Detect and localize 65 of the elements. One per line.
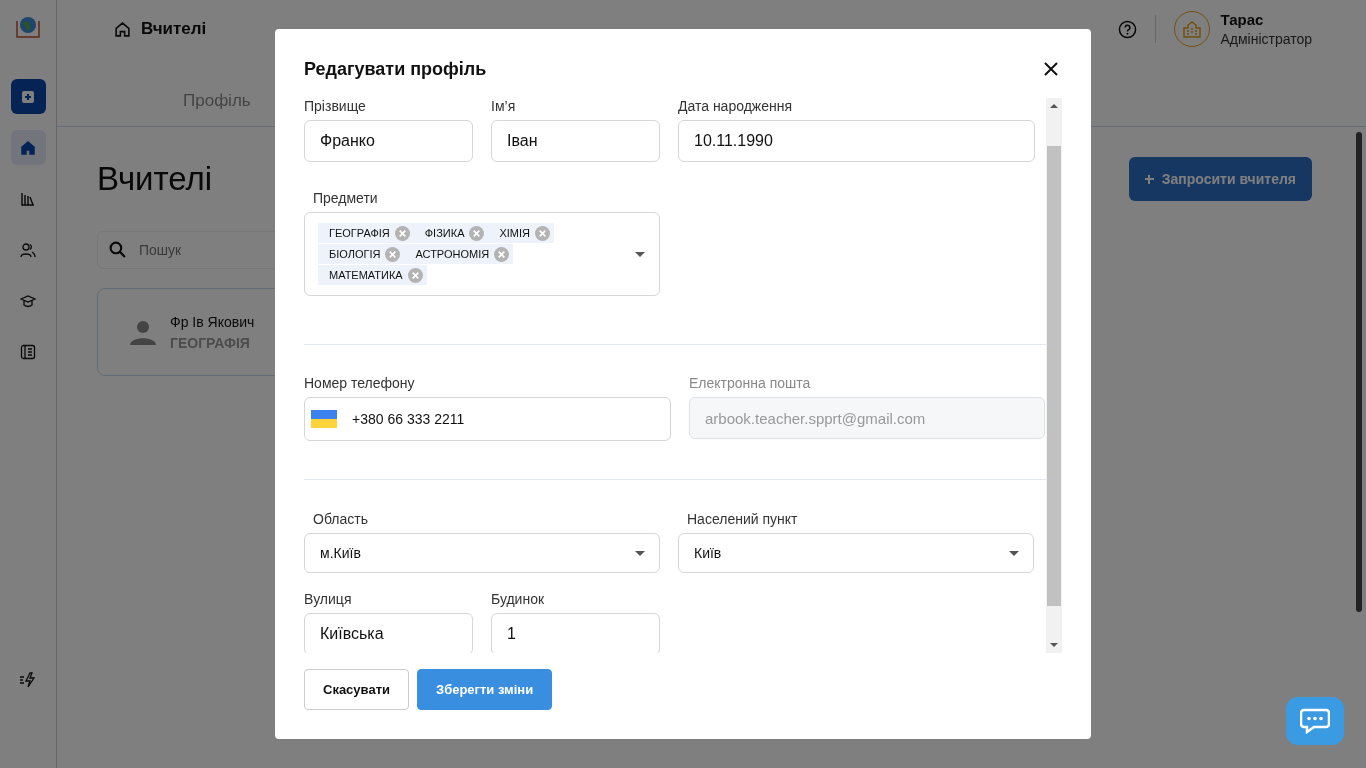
user-role: Адміністратор <box>1220 31 1312 47</box>
close-icon[interactable] <box>1044 62 1058 76</box>
subjects-select[interactable]: ГЕОГРАФІЯ ФІЗИКА ХІМІЯ БІОЛОГІЯ АСТРОНОМІЯ МАТЕМАТИКА <box>304 212 660 296</box>
field-label: Прізвище <box>304 98 367 114</box>
input-field[interactable]: Іван <box>491 120 660 162</box>
field-label: Будинок <box>491 591 546 607</box>
field-label: Електронна пошта <box>689 375 812 391</box>
subject-chip: ФІЗИКА <box>413 223 489 243</box>
people-icon <box>20 241 36 258</box>
field-label: Ім’я <box>491 98 517 114</box>
remove-icon[interactable] <box>394 225 410 241</box>
field-label: Область <box>312 511 369 527</box>
sidebar-item[interactable] <box>10 130 46 165</box>
remove-icon[interactable] <box>469 225 485 241</box>
school-icon <box>1182 19 1203 39</box>
scroll-up-icon[interactable] <box>1050 104 1058 108</box>
page-title: Вчителі <box>97 160 213 198</box>
input-field[interactable]: Франко <box>304 120 473 162</box>
search-icon <box>109 241 126 258</box>
breadcrumb-title: Вчителі <box>141 19 207 39</box>
lightning-icon[interactable] <box>19 672 37 688</box>
person-silhouette-icon <box>130 319 156 345</box>
dropdown-caret-icon <box>635 251 645 257</box>
help-icon[interactable] <box>1118 19 1138 39</box>
home-icon <box>20 139 36 156</box>
remove-icon[interactable] <box>535 225 551 241</box>
flag-icon <box>311 410 337 428</box>
subject-chip: МАТЕМАТИКА <box>318 265 427 285</box>
input-field[interactable]: 1 <box>491 613 660 653</box>
select-value: м.Київ <box>320 545 361 561</box>
plus-icon <box>21 89 35 104</box>
remove-icon[interactable] <box>494 246 510 262</box>
add-button[interactable] <box>10 79 46 114</box>
field-label: Предмети <box>312 190 379 206</box>
phone-field[interactable]: +380 66 333 2211 <box>304 397 671 441</box>
field-label: Населений пункт <box>686 511 799 527</box>
subject-chip: ХІМІЯ <box>488 223 555 243</box>
user-name: Тарас <box>1220 11 1265 28</box>
home-icon <box>114 20 131 38</box>
input-field[interactable]: Київська <box>304 613 473 653</box>
notebook-icon <box>20 343 36 360</box>
remove-icon[interactable] <box>407 267 423 283</box>
select-field[interactable]: Київ <box>678 533 1034 573</box>
dropdown-caret-icon <box>635 550 645 556</box>
subject-chip: ГЕОГРАФІЯ <box>318 223 414 243</box>
scroll-down-icon[interactable] <box>1050 643 1058 647</box>
select-field[interactable]: м.Київ <box>304 533 660 573</box>
dropdown-caret-icon <box>1009 550 1019 556</box>
scrollbar[interactable] <box>1356 132 1362 612</box>
dialog-title: Редагувати профіль <box>304 58 487 80</box>
field-label: Вулиця <box>304 591 353 607</box>
subject-chip: БІОЛОГІЯ <box>318 244 405 264</box>
date-field[interactable]: 10.11.1990 <box>678 120 1035 162</box>
field-label: Номер телефону <box>304 375 416 391</box>
teacher-name: Фр Ів Якович <box>170 313 255 330</box>
remove-icon[interactable] <box>385 246 401 262</box>
chat-button[interactable] <box>1286 697 1344 745</box>
field-label: Дата народження <box>678 98 794 114</box>
select-value: Київ <box>694 545 722 561</box>
cancel-button[interactable]: Скасувати <box>304 669 409 710</box>
books-icon <box>20 190 36 207</box>
chat-bubble-icon <box>1300 708 1330 734</box>
graduation-cap-icon <box>20 292 36 309</box>
scrollbar[interactable] <box>1046 98 1062 653</box>
subject-chip: АСТРОНОМІЯ <box>404 244 514 264</box>
